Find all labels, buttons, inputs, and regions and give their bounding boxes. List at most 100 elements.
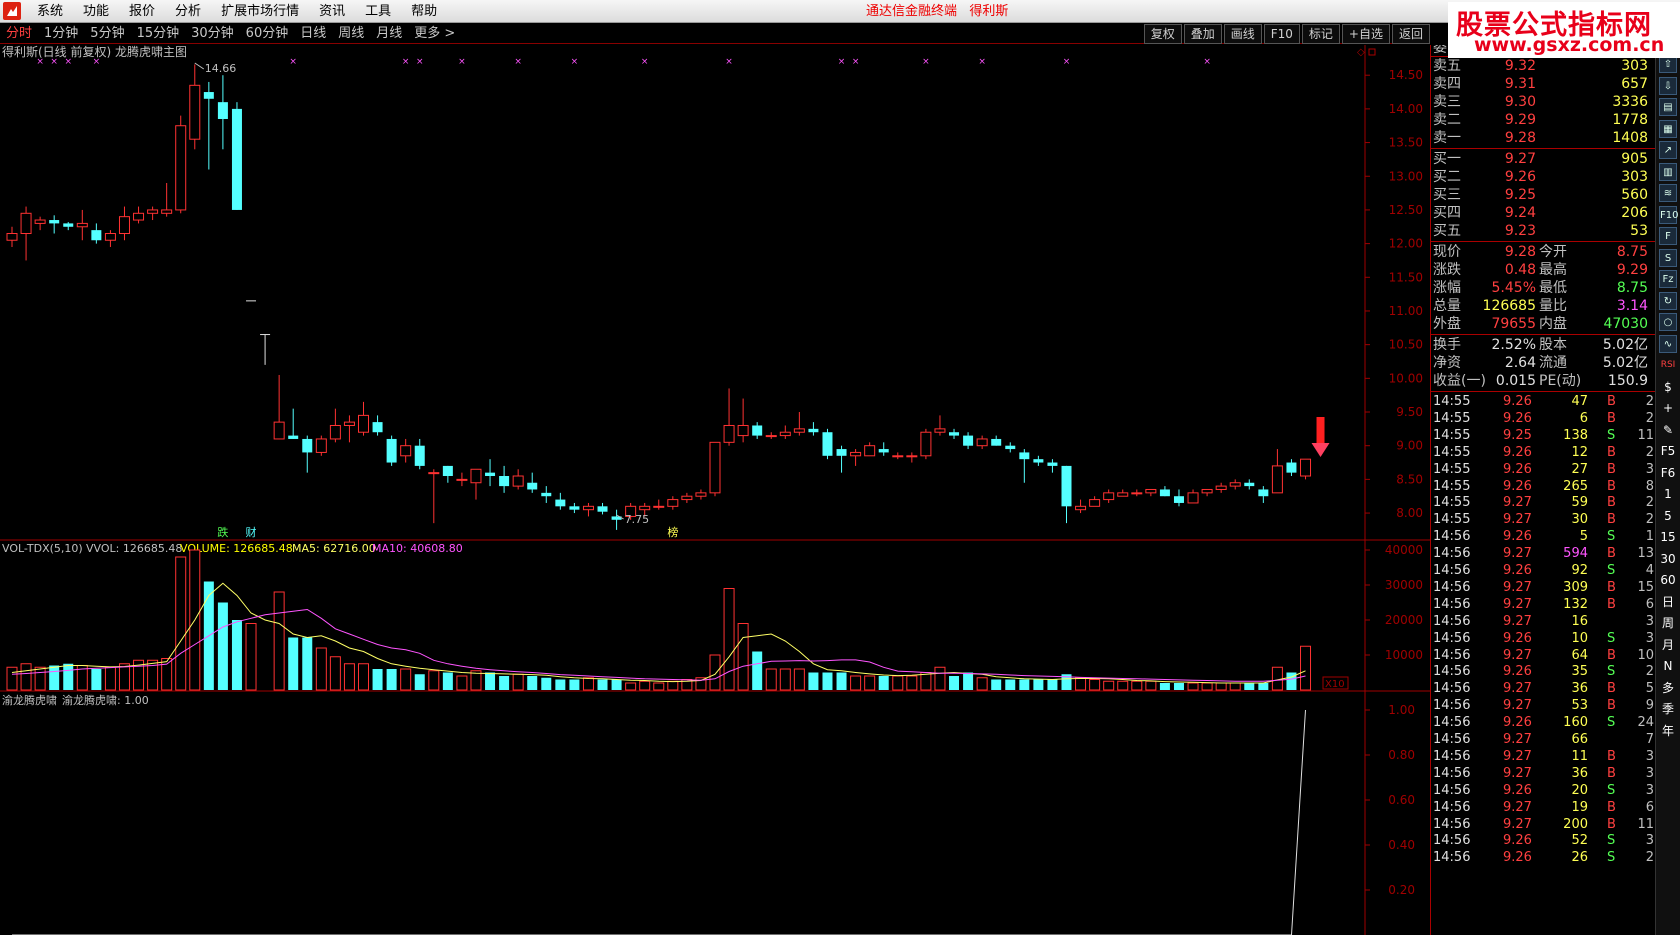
bid-level-row: 买二 9.26 303 bbox=[1431, 168, 1655, 186]
candle-body-up bbox=[428, 472, 440, 475]
period-weekly[interactable]: 周线 bbox=[332, 24, 370, 44]
side-label-button[interactable]: 15 bbox=[1659, 528, 1677, 546]
menu-function[interactable]: 功能 bbox=[73, 0, 119, 23]
stat-value: 9.29 bbox=[1616, 262, 1648, 278]
menu-tools[interactable]: 工具 bbox=[355, 0, 401, 23]
volume-bar-down bbox=[288, 637, 299, 690]
period-30min[interactable]: 30分钟 bbox=[185, 24, 240, 44]
stat-label: 今开 bbox=[1539, 244, 1567, 260]
watermark: 股票公式指标网 www.gsxz.com.cn bbox=[1448, 2, 1680, 58]
arrow-down-icon[interactable]: ⇩ bbox=[1659, 76, 1677, 95]
volume-tick-label: 10000 bbox=[1385, 648, 1423, 662]
price-tick-label: 10.50 bbox=[1389, 338, 1423, 352]
volume-bar-down bbox=[836, 672, 847, 690]
period-timeshare[interactable]: 分时 bbox=[0, 24, 38, 44]
overlay-button[interactable]: 叠加 bbox=[1183, 24, 1222, 44]
side-label-button[interactable]: ✎ bbox=[1659, 421, 1677, 439]
fz-icon[interactable]: Fz bbox=[1659, 270, 1677, 288]
side-label-button[interactable]: RSI bbox=[1659, 356, 1677, 374]
menu-extended-market[interactable]: 扩展市场行情 bbox=[211, 0, 309, 23]
f-icon[interactable]: F bbox=[1659, 227, 1677, 245]
tick-row: 14:56 9.26 5 S 1 bbox=[1431, 528, 1655, 545]
period-monthly[interactable]: 月线 bbox=[370, 24, 408, 44]
period-1min[interactable]: 1分钟 bbox=[38, 24, 84, 44]
tick-volume: 132 bbox=[1563, 596, 1588, 612]
bid-label: 买五 bbox=[1433, 223, 1461, 239]
side-label-button[interactable]: 月 bbox=[1659, 636, 1677, 654]
side-label-button[interactable]: 5 bbox=[1659, 507, 1677, 525]
wave-icon[interactable]: ∿ bbox=[1659, 334, 1677, 353]
tick-row: 14:56 9.27 594 B 13 bbox=[1431, 545, 1655, 562]
side-label-button[interactable]: N bbox=[1659, 657, 1677, 675]
mark-button[interactable]: 标记 bbox=[1301, 24, 1340, 44]
candle-body-up bbox=[976, 438, 988, 447]
period-daily[interactable]: 日线 bbox=[294, 24, 332, 44]
back-button[interactable]: 返回 bbox=[1391, 24, 1430, 44]
candle-body-up bbox=[850, 451, 862, 457]
tick-row: 14:56 9.27 53 B 9 bbox=[1431, 697, 1655, 714]
candle-body-up bbox=[329, 424, 341, 440]
sync-icon[interactable]: ↻ bbox=[1659, 291, 1677, 310]
menu-quote[interactable]: 报价 bbox=[119, 0, 165, 23]
stat-value: 0.48 bbox=[1504, 262, 1536, 278]
volume-bar-up bbox=[864, 675, 876, 691]
side-label-button[interactable]: F6 bbox=[1659, 464, 1677, 482]
period-15min[interactable]: 15分钟 bbox=[131, 24, 186, 44]
tick-volume: 138 bbox=[1563, 427, 1588, 443]
menu-news[interactable]: 资讯 bbox=[309, 0, 355, 23]
add-favorite-button[interactable]: +自选 bbox=[1341, 24, 1390, 44]
signal-marker: × bbox=[289, 57, 297, 67]
price-tick-label: 12.50 bbox=[1389, 203, 1423, 217]
tick-volume: 265 bbox=[1563, 478, 1588, 494]
volume-bar-up bbox=[34, 666, 46, 691]
tick-count: 3 bbox=[1645, 630, 1654, 646]
tick-time: 14:56 bbox=[1433, 664, 1471, 680]
volume-bar-up bbox=[161, 658, 173, 691]
tick-side: B bbox=[1607, 410, 1616, 426]
period-5min[interactable]: 5分钟 bbox=[84, 24, 130, 44]
grid-icon[interactable]: ▦ bbox=[1659, 119, 1677, 138]
bars-icon[interactable]: ▥ bbox=[1659, 162, 1677, 181]
side-label-button[interactable]: 1 bbox=[1659, 485, 1677, 503]
side-label-button[interactable]: 60 bbox=[1659, 571, 1677, 589]
f10-icon[interactable]: F10 bbox=[1659, 205, 1678, 224]
side-label-button[interactable]: 年 bbox=[1659, 722, 1677, 740]
volume-bar-down bbox=[49, 665, 60, 690]
f10-button[interactable]: F10 bbox=[1263, 24, 1300, 44]
tick-count: 2 bbox=[1645, 394, 1654, 409]
chart-toolbar: 复权 叠加 画线 F10 标记 +自选 返回 bbox=[1142, 24, 1430, 44]
side-label-button[interactable]: F5 bbox=[1659, 442, 1677, 460]
side-label-button[interactable]: 多 bbox=[1659, 679, 1677, 697]
page-icon[interactable]: ▤ bbox=[1659, 98, 1677, 116]
tick-row: 14:55 9.26 12 B 2 bbox=[1431, 444, 1655, 461]
side-label-button[interactable]: $ bbox=[1659, 378, 1677, 396]
side-label-button[interactable]: 周 bbox=[1659, 614, 1677, 632]
period-more[interactable]: 更多 > bbox=[408, 24, 461, 44]
volume-bar-up bbox=[343, 663, 355, 691]
ask-volume: 1778 bbox=[1612, 112, 1648, 128]
menu-system[interactable]: 系统 bbox=[27, 0, 73, 23]
trend-icon[interactable]: ↗ bbox=[1659, 141, 1677, 159]
chart-area[interactable]: 14.50 14.00 13.50 13.00 12.50 12.00 11.50 11.00… bbox=[0, 45, 1430, 935]
draw-line-button[interactable]: 画线 bbox=[1223, 24, 1262, 44]
compare-icon[interactable]: ≋ bbox=[1659, 184, 1677, 202]
s-icon[interactable]: S bbox=[1659, 248, 1677, 267]
menu-analysis[interactable]: 分析 bbox=[165, 0, 211, 23]
adjust-button[interactable]: 复权 bbox=[1143, 24, 1182, 44]
indicator-tick-label: 1.00 bbox=[1388, 703, 1415, 717]
tick-volume: 160 bbox=[1563, 715, 1588, 731]
side-label-button[interactable]: 30 bbox=[1659, 550, 1677, 568]
price-tick-label: 8.50 bbox=[1396, 472, 1423, 486]
volume-bar-up bbox=[20, 663, 32, 691]
side-label-button[interactable]: 季 bbox=[1659, 700, 1677, 718]
tick-side: B bbox=[1607, 512, 1616, 528]
tick-side: B bbox=[1607, 596, 1616, 612]
volume-bar-up bbox=[315, 647, 327, 691]
side-label-button[interactable]: 日 bbox=[1659, 593, 1677, 611]
circle-icon[interactable]: ○ bbox=[1659, 313, 1677, 331]
period-60min[interactable]: 60分钟 bbox=[240, 24, 295, 44]
stock-name-title: 得利斯 bbox=[969, 4, 1009, 19]
candle-body-up bbox=[667, 499, 679, 507]
side-label-button[interactable]: + bbox=[1659, 399, 1677, 417]
menu-help[interactable]: 帮助 bbox=[401, 0, 447, 23]
